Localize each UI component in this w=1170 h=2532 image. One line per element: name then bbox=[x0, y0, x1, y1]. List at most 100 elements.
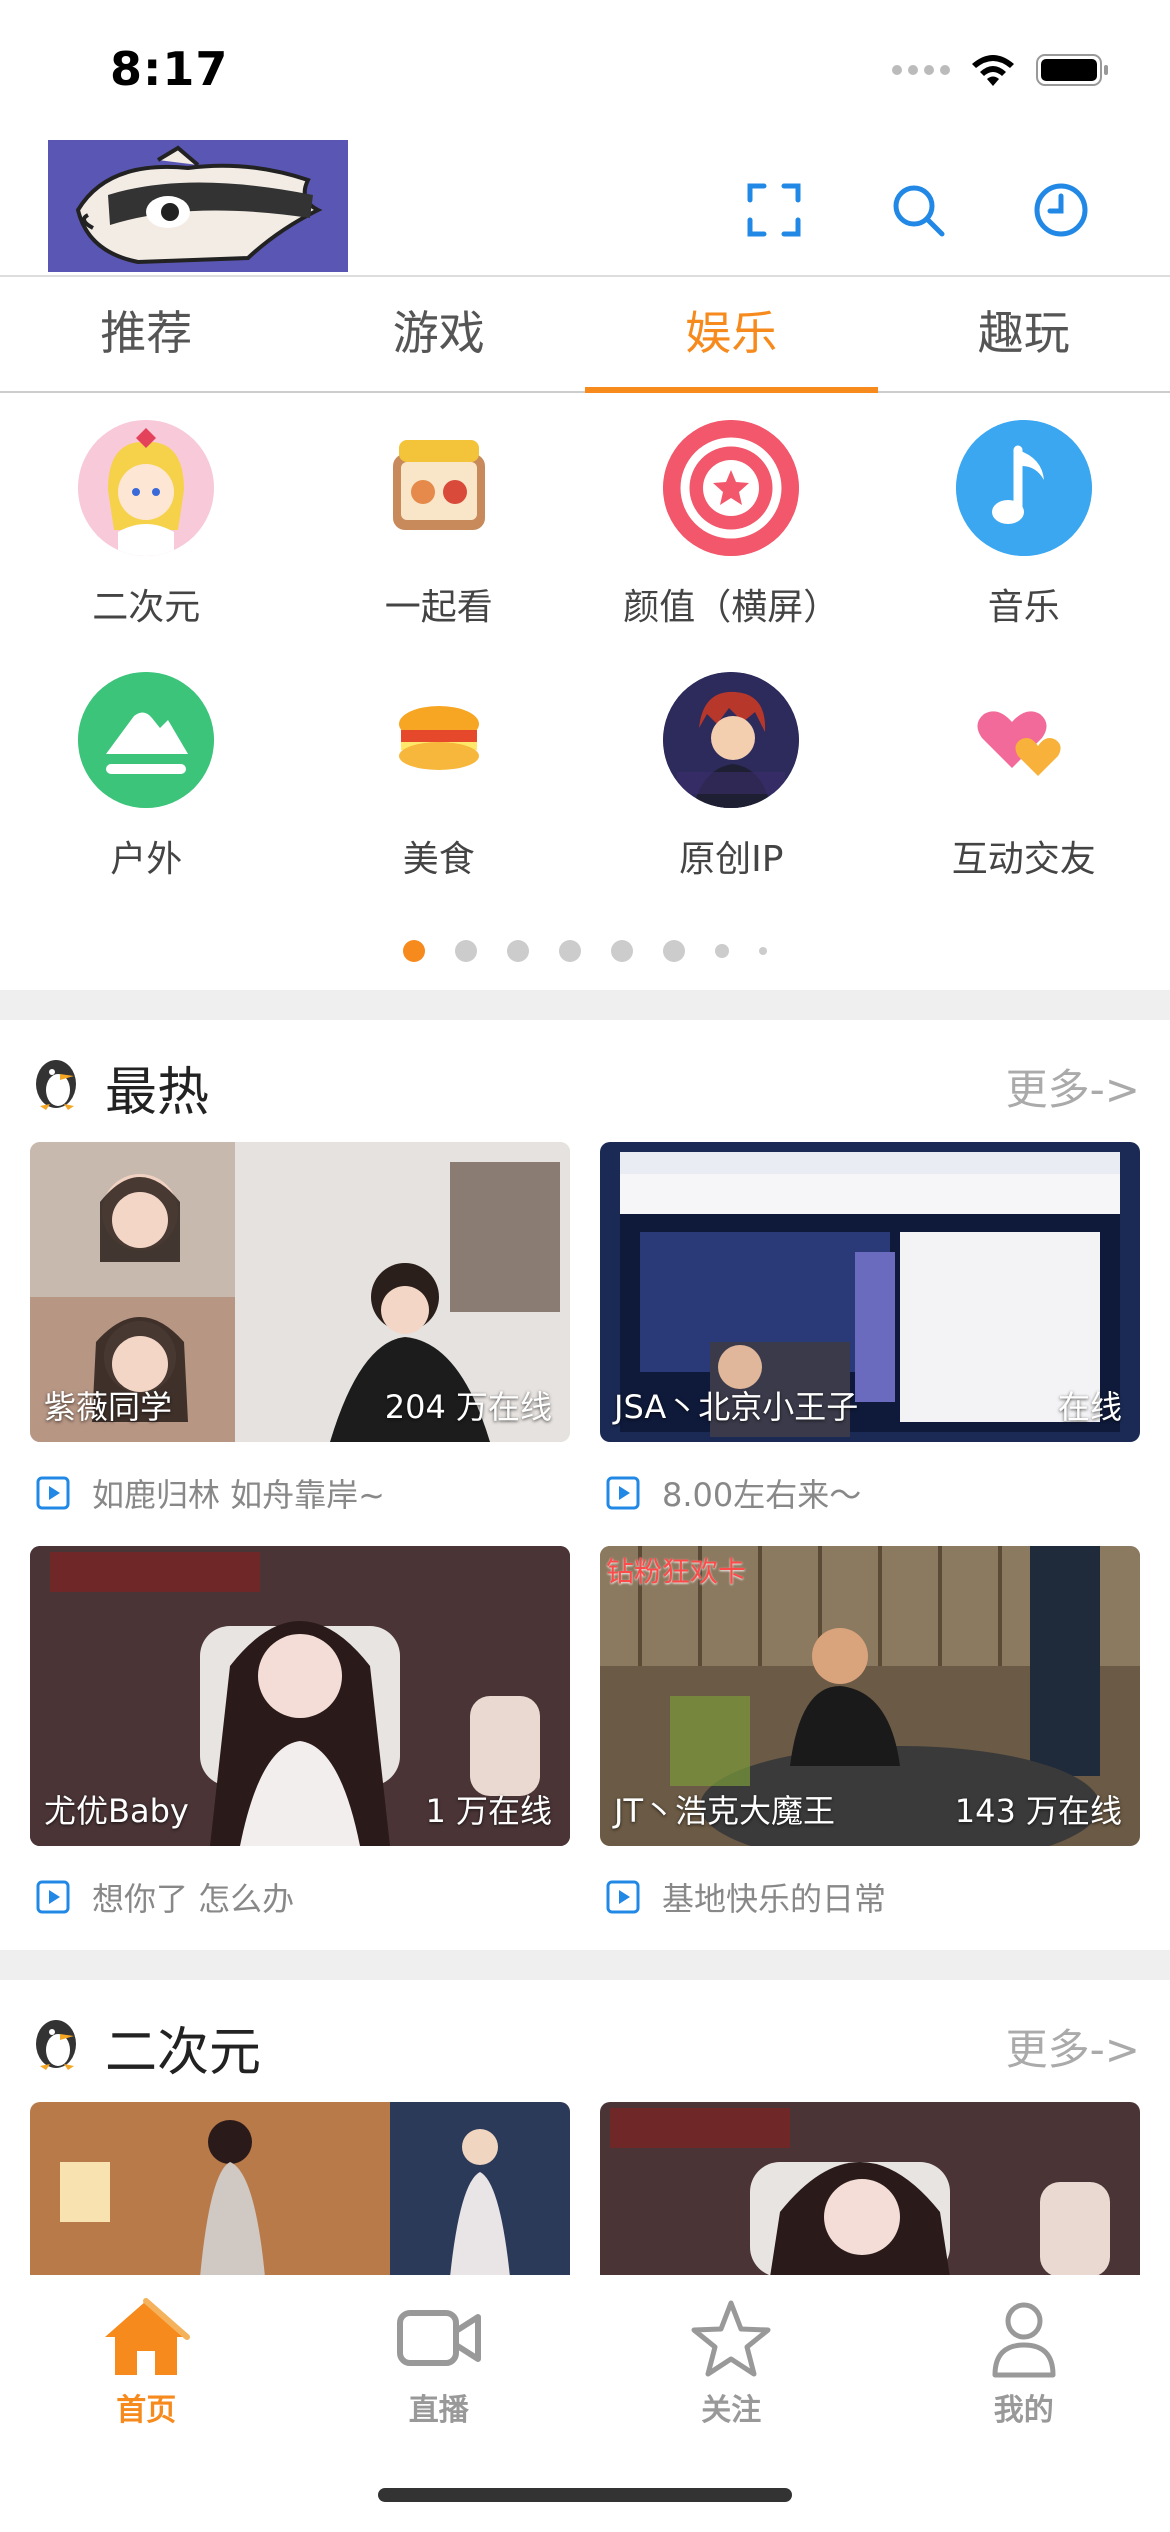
tab-fun[interactable]: 趣玩 bbox=[878, 277, 1170, 391]
person-icon bbox=[992, 2302, 1056, 2378]
section-header-hottest: 最热 更多-> bbox=[0, 1042, 1170, 1123]
viewer-count: 1 万在线 bbox=[425, 1792, 552, 1830]
video-camera-icon bbox=[396, 2310, 481, 2366]
nav-home[interactable]: 首页 bbox=[0, 2275, 293, 2532]
streamer-name: 紫薇同学 bbox=[44, 1388, 173, 1426]
stream-thumbnail: 尤优Baby 1 万在线 bbox=[30, 1546, 570, 1846]
section-title: 最热 bbox=[105, 1063, 210, 1123]
stream-title-text: 8.00左右来～ bbox=[662, 1476, 862, 1514]
page-dot bbox=[507, 940, 529, 962]
stream-card[interactable]: 紫薇同学 204 万在线 如鹿归林 如舟靠岸~ bbox=[30, 1142, 570, 1516]
stream-thumbnail: 钻粉狂欢卡 JT丶浩克大魔王 143 万在线 bbox=[600, 1546, 1140, 1846]
page-dot bbox=[559, 940, 581, 962]
search-button[interactable] bbox=[888, 180, 948, 240]
scan-button[interactable] bbox=[744, 180, 804, 240]
category-label: 二次元 bbox=[92, 587, 201, 628]
category-looks-landscape[interactable]: 颜值（横屏） bbox=[585, 420, 878, 630]
category-original-ip[interactable]: 原创IP bbox=[585, 672, 878, 882]
sandwich-icon bbox=[371, 672, 507, 808]
viewer-count: 在线 bbox=[1057, 1388, 1122, 1426]
home-icon bbox=[105, 2298, 191, 2375]
section-divider bbox=[0, 1950, 1170, 1980]
more-link[interactable]: 更多-> bbox=[1006, 1056, 1140, 1117]
category-food[interactable]: 美食 bbox=[293, 672, 586, 882]
category-label: 户外 bbox=[110, 839, 183, 880]
penguin-icon bbox=[36, 2020, 76, 2070]
category-label: 原创IP bbox=[679, 839, 784, 880]
stream-title: 如鹿归林 如舟靠岸~ bbox=[30, 1470, 570, 1516]
stream-card[interactable] bbox=[30, 2102, 570, 2277]
status-icons bbox=[892, 52, 1110, 88]
play-icon bbox=[36, 1880, 70, 1914]
section-divider bbox=[0, 990, 1170, 1020]
category-label: 颜值（横屏） bbox=[623, 587, 840, 628]
mountain-icon bbox=[78, 672, 215, 808]
category-label: 音乐 bbox=[987, 587, 1060, 628]
original-ip-character-icon bbox=[663, 672, 800, 808]
stream-title: 想你了 怎么办 bbox=[30, 1874, 570, 1920]
wifi-icon bbox=[972, 55, 1014, 86]
streamer-name: JSA丶北京小王子 bbox=[614, 1388, 859, 1426]
category-label: 一起看 bbox=[384, 587, 493, 628]
stream-card[interactable]: 尤优Baby 1 万在线 想你了 怎么办 bbox=[30, 1546, 570, 1920]
more-link[interactable]: 更多-> bbox=[1006, 2016, 1140, 2077]
streamer-name: JT丶浩克大魔王 bbox=[614, 1792, 835, 1830]
signal-icon bbox=[892, 65, 950, 75]
page-dot bbox=[715, 944, 729, 958]
category-tabs: 推荐 游戏 娱乐 趣玩 bbox=[0, 275, 1170, 393]
stream-thumbnail: 紫薇同学 204 万在线 bbox=[30, 1142, 570, 1442]
nav-label: 我的 bbox=[993, 2393, 1054, 2428]
history-clock-icon bbox=[1034, 183, 1088, 237]
page-dot bbox=[611, 940, 633, 962]
page-dot bbox=[759, 947, 767, 955]
stream-thumbnail bbox=[30, 2102, 570, 2277]
penguin-icon bbox=[36, 1060, 76, 1110]
stream-title: 8.00左右来～ bbox=[600, 1470, 1140, 1516]
stream-card[interactable]: 钻粉狂欢卡 JT丶浩克大魔王 143 万在线 基地快乐的日常 bbox=[600, 1546, 1140, 1920]
page-dot bbox=[403, 940, 425, 962]
nav-label: 首页 bbox=[116, 2393, 177, 2428]
category-outdoor[interactable]: 户外 bbox=[0, 672, 293, 882]
stream-card[interactable] bbox=[600, 2102, 1140, 2277]
nav-label: 关注 bbox=[701, 2393, 762, 2428]
app-header bbox=[0, 140, 1170, 275]
category-label: 美食 bbox=[402, 839, 475, 880]
watch-together-icon bbox=[371, 420, 507, 556]
search-icon bbox=[893, 185, 945, 237]
play-icon bbox=[606, 1880, 640, 1914]
viewer-count: 204 万在线 bbox=[384, 1388, 552, 1426]
star-badge-icon bbox=[663, 420, 800, 556]
category-interactive-friends[interactable]: 互动交友 bbox=[878, 672, 1170, 882]
streamer-name: 尤优Baby bbox=[44, 1792, 189, 1830]
play-icon bbox=[606, 1476, 640, 1510]
tab-games[interactable]: 游戏 bbox=[293, 277, 586, 391]
status-bar: 8:17 bbox=[0, 0, 1170, 140]
section-header-anime: 二次元 更多-> bbox=[0, 2002, 1170, 2083]
stream-title-text: 基地快乐的日常 bbox=[662, 1880, 887, 1918]
category-label: 互动交友 bbox=[951, 839, 1096, 880]
status-time: 8:17 bbox=[110, 42, 229, 96]
stream-card[interactable]: JSA丶北京小王子 在线 8.00左右来～ bbox=[600, 1142, 1140, 1516]
category-anime[interactable]: 二次元 bbox=[0, 420, 293, 630]
music-note-icon bbox=[955, 420, 1092, 556]
anime-girl-icon bbox=[78, 420, 215, 556]
stream-title-text: 想你了 怎么办 bbox=[92, 1880, 295, 1918]
page-indicator bbox=[0, 940, 1170, 962]
app-logo bbox=[48, 140, 348, 272]
category-watch-together[interactable]: 一起看 bbox=[293, 420, 586, 630]
page-dot bbox=[455, 940, 477, 962]
page-dot bbox=[663, 940, 685, 962]
home-indicator[interactable] bbox=[378, 2488, 792, 2502]
category-grid: 二次元 一起看 颜值（横屏） 音乐 户外 美食 原创IP 互动交友 bbox=[0, 420, 1170, 882]
hearts-icon bbox=[956, 672, 1092, 808]
stream-title-text: 如鹿归林 如舟靠岸~ bbox=[92, 1476, 385, 1514]
tab-entertainment[interactable]: 娱乐 bbox=[585, 277, 878, 393]
nav-me[interactable]: 我的 bbox=[878, 2275, 1170, 2532]
scan-icon bbox=[747, 183, 801, 237]
stream-thumbnail bbox=[600, 2102, 1140, 2277]
star-icon bbox=[691, 2300, 771, 2377]
tab-recommend[interactable]: 推荐 bbox=[0, 277, 293, 391]
viewer-count: 143 万在线 bbox=[954, 1792, 1122, 1830]
category-music[interactable]: 音乐 bbox=[878, 420, 1170, 630]
history-button[interactable] bbox=[1031, 180, 1091, 240]
